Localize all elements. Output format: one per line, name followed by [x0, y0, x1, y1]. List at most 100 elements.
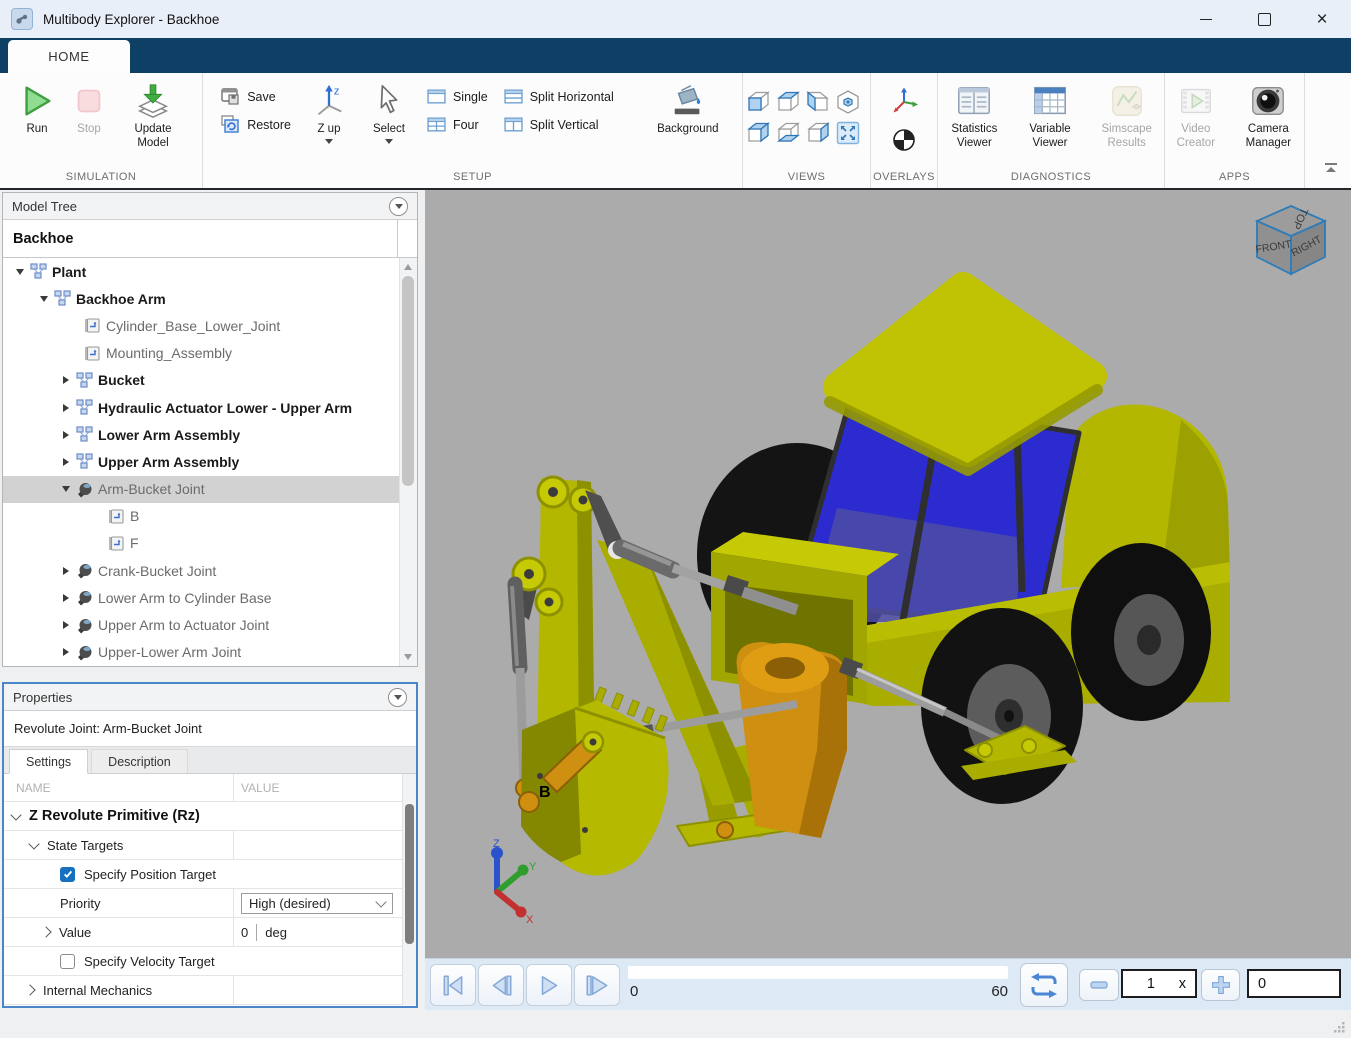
expander-down-icon[interactable]	[16, 269, 24, 275]
expander-right-icon[interactable]	[63, 648, 69, 656]
view-bottom-button[interactable]	[773, 118, 802, 148]
current-time-display[interactable]: 0	[1247, 969, 1341, 998]
tree-item-frame-f[interactable]: F	[3, 530, 399, 557]
view-back-button[interactable]	[743, 118, 772, 148]
block-icon	[83, 317, 102, 334]
collapse-ribbon-button[interactable]	[1323, 161, 1339, 180]
prop-row-specify-velocity-target[interactable]: Specify Velocity Target	[4, 947, 416, 976]
single-view-button[interactable]: Single	[427, 87, 488, 106]
expander-right-icon[interactable]	[63, 567, 69, 575]
save-button[interactable]: Save	[221, 87, 291, 106]
model-tree-scrollbar[interactable]	[399, 258, 417, 666]
expander-down-icon[interactable]	[62, 486, 70, 492]
speed-display[interactable]: 1 x	[1121, 969, 1197, 998]
tree-item-crank-bucket-joint[interactable]: Crank-Bucket Joint	[3, 557, 399, 584]
update-model-button[interactable]: Update Model	[119, 82, 187, 151]
tree-item-upper-arm-to-actuator-joint[interactable]: Upper Arm to Actuator Joint	[3, 611, 399, 638]
time-slider[interactable]	[628, 966, 1008, 979]
camera-manager-button[interactable]: Camera Manager	[1233, 82, 1304, 151]
video-creator-button[interactable]: Video Creator	[1165, 82, 1227, 151]
z-up-button[interactable]: z Z up	[307, 82, 351, 144]
expander-right-icon[interactable]	[63, 458, 69, 466]
maximize-button[interactable]	[1235, 0, 1293, 38]
collapse-chevron-icon[interactable]	[28, 838, 39, 849]
step-forward-button[interactable]	[574, 964, 620, 1006]
frames-overlay-button[interactable]	[889, 86, 919, 121]
tree-item-upper-lower-arm-joint[interactable]: Upper-Lower Arm Joint	[3, 639, 399, 666]
four-view-button[interactable]: Four	[427, 115, 488, 134]
play-button[interactable]	[526, 964, 572, 1006]
split-horizontal-button[interactable]: Split Horizontal	[504, 87, 614, 106]
loop-button[interactable]	[1020, 963, 1068, 1007]
fit-to-view-button[interactable]	[833, 118, 862, 148]
expand-chevron-icon[interactable]	[40, 926, 51, 937]
step-back-button[interactable]	[478, 964, 524, 1006]
expander-right-icon[interactable]	[63, 621, 69, 629]
tree-root-row[interactable]: Backhoe	[3, 220, 417, 258]
view-top-button[interactable]	[773, 87, 802, 117]
prop-row-specify-position-target[interactable]: Specify Position Target	[4, 860, 416, 889]
prop-row-value[interactable]: Value 0 deg	[4, 918, 416, 947]
expand-chevron-icon[interactable]	[24, 984, 35, 995]
tree-item-cylinder-base-lower-joint[interactable]: Cylinder_Base_Lower_Joint	[3, 312, 399, 339]
scrollbar-thumb[interactable]	[405, 804, 414, 944]
background-button[interactable]: Background	[644, 82, 732, 136]
tab-home[interactable]: HOME	[8, 40, 130, 73]
unit-field[interactable]: deg	[265, 925, 287, 940]
expander-right-icon[interactable]	[63, 594, 69, 602]
close-button[interactable]: ×	[1293, 0, 1351, 38]
view-front-button[interactable]	[743, 87, 772, 117]
tree-item-upper-arm-assembly[interactable]: Upper Arm Assembly	[3, 448, 399, 475]
minimize-button[interactable]	[1177, 0, 1235, 38]
view-right-button[interactable]	[803, 118, 832, 148]
speed-decrease-button[interactable]	[1079, 969, 1119, 1001]
tree-item-backhoe-arm[interactable]: Backhoe Arm	[3, 285, 399, 312]
checkbox-checked[interactable]	[60, 867, 75, 882]
expander-right-icon[interactable]	[63, 376, 69, 384]
tab-settings[interactable]: Settings	[9, 749, 88, 774]
speed-increase-button[interactable]	[1201, 969, 1240, 1001]
model-tree-menu-button[interactable]	[389, 197, 408, 216]
priority-dropdown[interactable]: High (desired)	[241, 893, 393, 914]
resize-grip[interactable]	[1332, 1020, 1346, 1034]
play-icon	[536, 974, 562, 997]
properties-menu-button[interactable]	[388, 688, 407, 707]
simscape-results-button[interactable]: Simscape Results	[1089, 82, 1164, 151]
select-button[interactable]: Select	[367, 82, 411, 144]
prop-row-internal-mechanics[interactable]: Internal Mechanics	[4, 976, 416, 1005]
tree-item-frame-b[interactable]: B	[3, 503, 399, 530]
run-button[interactable]: Run	[15, 82, 59, 136]
tree-item-lower-arm-assembly[interactable]: Lower Arm Assembly	[3, 421, 399, 448]
checkbox-unchecked[interactable]	[60, 954, 75, 969]
prop-row-priority[interactable]: Priority High (desired)	[4, 889, 416, 918]
stop-button[interactable]: Stop	[67, 82, 111, 136]
expander-down-icon[interactable]	[40, 296, 48, 302]
tree-item-hydraulic-actuator[interactable]: Hydraulic Actuator Lower - Upper Arm	[3, 394, 399, 421]
expander-right-icon[interactable]	[63, 404, 69, 412]
ribbon-spacer	[1305, 73, 1351, 188]
value-field[interactable]: 0	[241, 925, 248, 940]
prop-row-state-targets[interactable]: State Targets	[4, 831, 416, 860]
properties-scrollbar[interactable]	[402, 774, 416, 1005]
tree-item-mounting-assembly[interactable]: Mounting_Assembly	[3, 340, 399, 367]
variable-viewer-button[interactable]: Variable Viewer	[1015, 82, 1086, 151]
view-left-button[interactable]	[803, 87, 832, 117]
view-cube[interactable]: TOP FRONT RIGHT	[1245, 198, 1337, 290]
go-to-start-button[interactable]	[430, 964, 476, 1006]
tree-item-arm-bucket-joint[interactable]: Arm-Bucket Joint	[3, 476, 399, 503]
prop-row-z-revolute[interactable]: Z Revolute Primitive (Rz)	[4, 802, 416, 831]
expander-right-icon[interactable]	[63, 431, 69, 439]
center-of-mass-overlay-button[interactable]	[889, 125, 919, 160]
tab-description[interactable]: Description	[91, 749, 188, 773]
viewport-3d[interactable]: B TOP FRONT RIGHT Z Y X	[425, 190, 1351, 958]
statistics-viewer-button[interactable]: Statistics Viewer	[938, 82, 1011, 151]
tree-item-bucket[interactable]: Bucket	[3, 367, 399, 394]
tree-item-plant[interactable]: Plant	[3, 258, 399, 285]
view-isometric-button[interactable]	[833, 87, 862, 117]
restore-button[interactable]: Restore	[221, 115, 291, 134]
collapse-chevron-icon[interactable]	[10, 809, 21, 820]
scrollbar-thumb[interactable]	[402, 276, 414, 486]
tree-item-lower-arm-to-cylinder-base[interactable]: Lower Arm to Cylinder Base	[3, 584, 399, 611]
subsystem-icon	[75, 426, 94, 443]
split-vertical-button[interactable]: Split Vertical	[504, 115, 614, 134]
